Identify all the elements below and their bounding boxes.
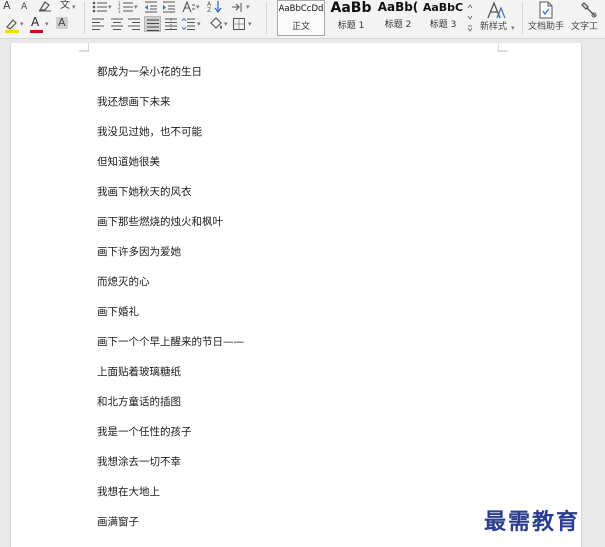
document-page[interactable]: 都成为一朵小花的生日 我还想画下未来我没见过她，也不可能 但知道她很美我画下她秋天的… [10, 43, 582, 547]
separator [84, 2, 85, 34]
paragraph-line[interactable]: 我还想画下未来 [97, 94, 171, 109]
character-shading-button[interactable]: A [56, 17, 68, 29]
svg-text:Z: Z [207, 7, 211, 13]
paragraph-line[interactable]: 而熄灭的心 [97, 274, 150, 289]
align-left-icon[interactable] [92, 18, 105, 30]
align-center-icon[interactable] [111, 18, 124, 30]
numbered-list-icon[interactable]: 123 [118, 1, 134, 13]
new-style-icon[interactable] [486, 1, 506, 19]
ribbon-toolbar: A A 文 ▾ ▾ A ▾ A ▾ 123 ▾ ▾ AZ ▾ ▾ ▾ ▾ AaB… [0, 0, 605, 39]
paragraph-line[interactable]: 画满窗子 [97, 514, 139, 529]
text-tools-icon[interactable] [580, 1, 598, 19]
style-name: 标题 3 [429, 20, 457, 30]
style-sample: AaBbCcDd [278, 4, 324, 14]
shrink-font-button[interactable]: A [21, 1, 27, 13]
paragraph-mark-icon[interactable] [230, 1, 246, 13]
sort-icon[interactable]: AZ [207, 0, 223, 13]
paragraph-line[interactable]: 我想涂去一切不幸 [97, 454, 181, 469]
highlight-icon[interactable] [4, 17, 20, 33]
watermark-logo: 最需教育 [484, 509, 581, 535]
new-style-dropdown-icon[interactable]: ▾ [511, 22, 515, 34]
clear-format-icon[interactable] [38, 0, 52, 12]
paragraph-line[interactable]: 都成为一朵小花的生日 [97, 64, 202, 79]
font-color-button[interactable]: A [31, 16, 39, 28]
margin-corner-mark [498, 43, 508, 52]
chinese-layout-dropdown-icon[interactable]: ▾ [196, 1, 200, 13]
style-name: 标题 1 [337, 21, 365, 31]
font-color-bar [30, 30, 43, 33]
align-right-icon[interactable] [128, 18, 141, 30]
document-assistant-icon[interactable] [538, 1, 554, 19]
paragraph-line[interactable]: 我画下她秋天的风衣 [97, 184, 192, 199]
decrease-indent-icon[interactable] [144, 1, 158, 13]
style-gallery-scroll[interactable] [466, 2, 474, 34]
numbering-dropdown-icon[interactable]: ▾ [134, 1, 138, 13]
margin-corner-mark [79, 43, 89, 52]
highlight-dropdown-icon[interactable]: ▾ [20, 18, 24, 30]
paragraph-line[interactable]: 和北方童话的插图 [97, 394, 181, 409]
font-color-dropdown-icon[interactable]: ▾ [45, 18, 49, 30]
paragraph-line[interactable]: 上面贴着玻璃糖纸 [97, 364, 181, 379]
document-canvas: 都成为一朵小花的生日 我还想画下未来我没见过她，也不可能 但知道她很美我画下她秋天的… [0, 39, 605, 547]
style-name: 标题 2 [384, 20, 412, 30]
paragraph-line[interactable]: 我没见过她，也不可能 [97, 124, 202, 139]
style-sample: AaBb( [377, 0, 419, 14]
paragraph-line[interactable]: 画下那些燃烧的烛火和枫叶 [97, 214, 223, 229]
phonetic-guide-button[interactable]: 文 [60, 0, 70, 12]
svg-text:3: 3 [118, 9, 121, 13]
chinese-layout-icon[interactable] [182, 1, 196, 13]
paragraph-line[interactable]: 画下婚礼 [97, 304, 139, 319]
style-sample: AaBbC [422, 1, 464, 14]
document-assistant-label[interactable]: 文档助手 [528, 21, 564, 33]
style-sample: AaBb [330, 0, 372, 16]
paragraph-line[interactable]: 画下一个个早上醒来的节日—— [97, 334, 244, 349]
text-tools-label[interactable]: 文字工 [571, 21, 598, 33]
shading-dropdown-icon[interactable]: ▾ [224, 18, 228, 30]
line-spacing-icon[interactable] [182, 18, 196, 30]
paragraph-line[interactable]: 我是一个任性的孩子 [97, 424, 192, 439]
shading-icon[interactable] [208, 17, 224, 31]
bullet-list-icon[interactable] [92, 1, 108, 13]
style-heading-3[interactable]: AaBbC 标题 3 [421, 0, 465, 36]
justify-button[interactable] [144, 16, 161, 32]
new-style-label[interactable]: 新样式 [480, 21, 507, 33]
paragraph-line[interactable]: 画下许多因为爱她 [97, 244, 181, 259]
style-heading-2[interactable]: AaBb( 标题 2 [375, 0, 421, 36]
separator [266, 2, 267, 34]
borders-icon[interactable] [233, 18, 246, 30]
bullet-dropdown-icon[interactable]: ▾ [108, 1, 112, 13]
paragraph-line[interactable]: 但知道她很美 [97, 154, 160, 169]
grow-font-button[interactable]: A [3, 0, 11, 12]
style-name: 正文 [291, 22, 310, 32]
line-spacing-dropdown-icon[interactable]: ▾ [197, 18, 201, 30]
increase-indent-icon[interactable] [162, 1, 176, 13]
style-normal[interactable]: AaBbCcDd 正文 [277, 0, 325, 36]
borders-dropdown-icon[interactable]: ▾ [248, 18, 252, 30]
phonetic-dropdown-icon[interactable]: ▾ [72, 1, 76, 13]
paragraph-line[interactable]: 我想在大地上 [97, 484, 160, 499]
style-heading-1[interactable]: AaBb 标题 1 [327, 0, 375, 36]
separator [522, 2, 523, 34]
distributed-align-icon[interactable] [165, 18, 178, 30]
paragraph-mark-dropdown-icon[interactable]: ▾ [246, 1, 250, 13]
